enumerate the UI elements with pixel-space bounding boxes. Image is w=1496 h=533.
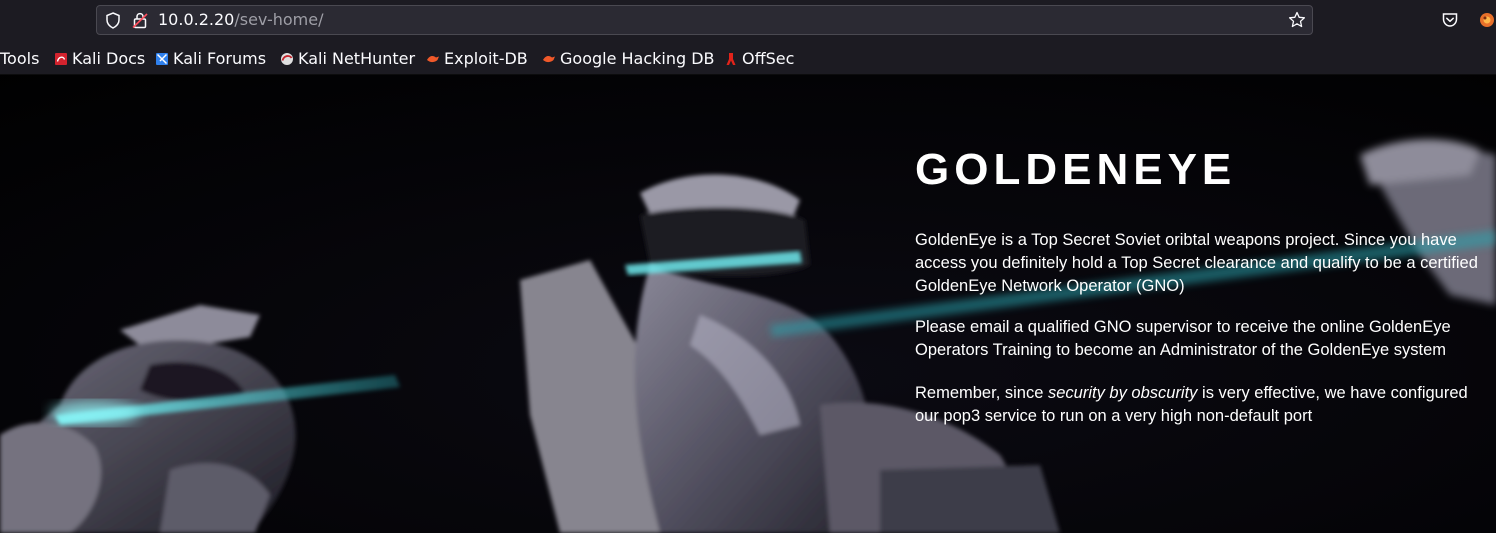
bookmark-google-hacking-db[interactable]: Google Hacking DB [542,47,715,69]
url-text[interactable]: 10.0.2.20/sev-home/ [158,10,323,30]
bookmark-kali-nethunter[interactable]: Kali NetHunter [280,47,415,69]
google-hacking-db-icon [542,51,556,65]
paragraph-3-start: Remember, since [915,384,1048,402]
page-title: GOLDENEYE [915,145,1237,194]
bookmark-label: Google Hacking DB [560,48,715,68]
bookmark-label: Tools [0,48,40,68]
bookmark-offsec[interactable]: OffSec [724,47,794,69]
bookmark-star-icon[interactable] [1288,11,1306,33]
bookmark-kali-docs[interactable]: Kali Docs [54,47,145,69]
intro-paragraph-1: GoldenEye is a Top Secret Soviet oribtal… [915,231,1478,295]
paragraph-3-emphasis: security by obscurity [1047,384,1198,402]
exploit-db-icon [426,51,440,65]
kali-docs-icon [54,51,68,65]
url-path: /sev-home/ [234,10,324,29]
bookmark-label: Kali Docs [72,48,146,68]
bookmark-exploit-db[interactable]: Exploit-DB [426,47,528,69]
url-host: 10.0.2.20 [158,10,235,29]
bookmarks-toolbar: Tools Kali Docs Kali Forums Kali NetHunt… [0,44,1496,72]
bookmark-label: Kali Forums [173,48,267,68]
bookmark-label: Exploit-DB [444,48,528,68]
tracking-protection-shield-icon[interactable] [105,12,121,33]
offsec-icon [724,51,738,65]
intro-paragraph-3: Remember, since security by obscurity is… [915,382,1480,428]
bookmark-tools[interactable]: Tools [0,47,39,69]
pocket-icon[interactable] [1441,11,1459,33]
url-bar[interactable]: 10.0.2.20/sev-home/ [96,5,1313,35]
insecure-connection-lock-icon[interactable] [132,12,148,33]
bookmark-kali-forums[interactable]: Kali Forums [155,47,266,69]
bookmark-label: OffSec [742,48,795,68]
page-viewport: GOLDENEYE GoldenEye is a Top Secret Sovi… [0,75,1496,533]
intro-paragraph-2: Please email a qualified GNO supervisor … [915,318,1451,359]
browser-chrome: 10.0.2.20/sev-home/ Tools Kali Docs Kali… [0,0,1496,75]
kali-nethunter-icon [280,51,294,65]
bookmark-label: Kali NetHunter [298,48,416,68]
kali-forums-icon [155,51,169,65]
extension-icon[interactable] [1478,11,1496,33]
background-image [0,75,1496,533]
